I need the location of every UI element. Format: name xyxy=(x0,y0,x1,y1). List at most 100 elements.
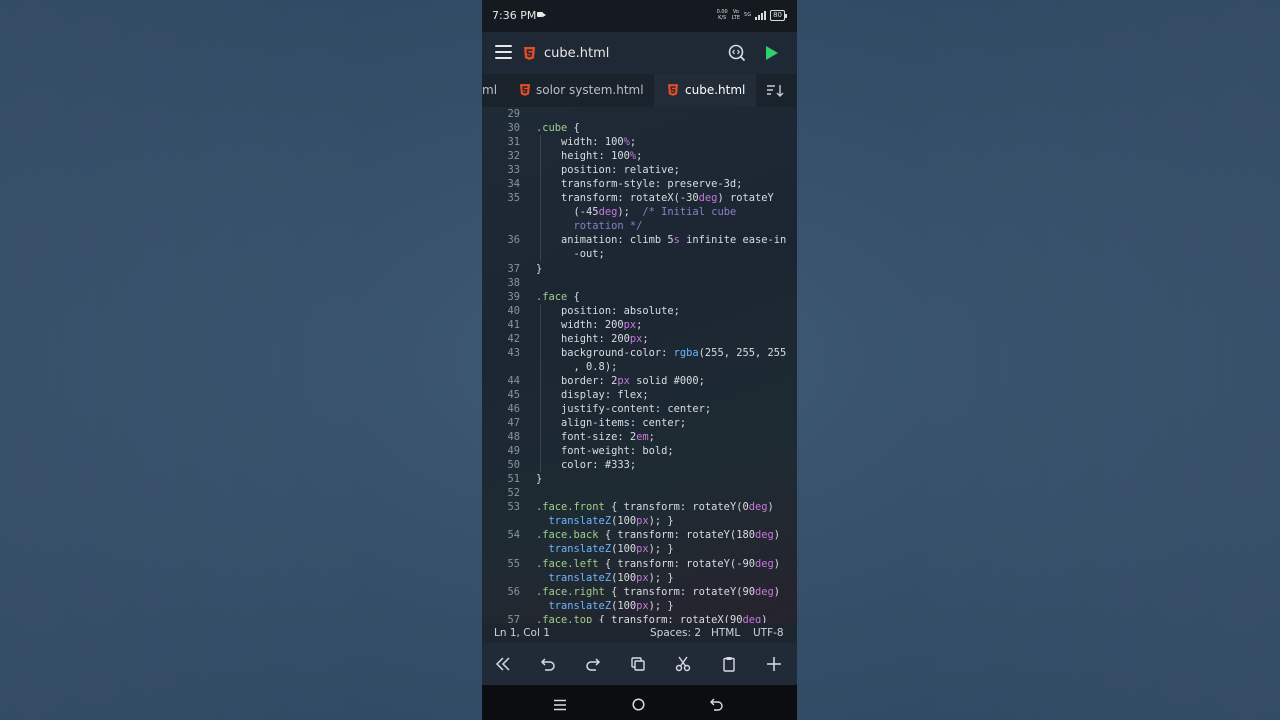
code-text: (-45deg); /* Initial cube xyxy=(536,206,737,219)
redo-icon[interactable] xyxy=(585,656,601,672)
tab-cube[interactable]: cube.html xyxy=(654,74,756,107)
code-line: translateZ(100px); } xyxy=(482,514,797,528)
video-camera-icon xyxy=(537,12,546,17)
plus-icon[interactable] xyxy=(766,656,782,672)
code-line: 52 xyxy=(482,486,797,500)
code-text: translateZ(100px); } xyxy=(548,543,674,556)
line-number: 57 xyxy=(507,613,520,623)
line-number: 32 xyxy=(507,150,520,163)
line-number: 56 xyxy=(507,585,520,598)
line-number: 37 xyxy=(507,262,520,275)
network-type: 5G xyxy=(744,12,752,18)
code-text: } xyxy=(536,473,543,486)
tab-solor-system[interactable]: solor system.html xyxy=(506,74,654,107)
tab-partial[interactable]: ml xyxy=(482,74,502,107)
paste-icon[interactable] xyxy=(721,656,737,672)
double-chevron-left-icon[interactable] xyxy=(495,656,511,672)
line-number: 54 xyxy=(507,529,520,542)
net-speed: 0.00 K/S xyxy=(716,9,728,21)
code-text: background-color: rgba(255, 255, 255 xyxy=(536,346,787,359)
code-line: 50 color: #333; xyxy=(482,458,797,473)
code-lines: 29 30 .cube {31 width: 100%; 32 height: 100… xyxy=(482,107,797,623)
code-text: align-items: center; xyxy=(536,417,687,430)
code-text: rotation */ xyxy=(536,220,643,233)
line-number: 36 xyxy=(507,234,520,247)
undo-icon[interactable] xyxy=(540,656,556,672)
code-line: 57 .face.top { transform: rotateX(90deg) xyxy=(482,613,797,623)
code-text: } xyxy=(536,262,543,275)
line-number: 31 xyxy=(507,136,520,149)
code-line: 36 animation: climb 5s infinite ease-in xyxy=(482,233,797,248)
html5-file-icon xyxy=(520,84,530,96)
code-line: 35 transform: rotateX(-30deg) rotateY xyxy=(482,191,797,206)
code-line: 46 justify-content: center; xyxy=(482,401,797,416)
phone-screen: 7:36 PM 0.00 K/S Vo LTE 5G 80 cube.html xyxy=(482,0,797,720)
encoding[interactable]: UTF-8 xyxy=(753,627,784,639)
code-text: .face { xyxy=(536,290,580,303)
code-text: translateZ(100px); } xyxy=(548,515,674,528)
file-title: cube.html xyxy=(544,46,610,61)
code-line: 30 .cube { xyxy=(482,121,797,135)
line-number: 46 xyxy=(507,402,520,415)
line-number: 45 xyxy=(507,388,520,401)
code-line: 33 position: relative; xyxy=(482,163,797,178)
run-play-icon[interactable] xyxy=(766,46,778,60)
cursor-position[interactable]: Ln 1, Col 1 xyxy=(494,627,550,639)
code-text: .face.top { transform: rotateX(90deg) xyxy=(536,613,768,623)
home-icon[interactable] xyxy=(632,696,645,715)
indent-setting[interactable]: Spaces: 2 xyxy=(650,627,701,639)
line-number: 40 xyxy=(507,304,520,317)
code-text: translateZ(100px); } xyxy=(548,571,674,584)
code-text: transform-style: preserve-3d; xyxy=(536,178,743,191)
code-text: .face.front { transform: rotateY(0deg) xyxy=(536,501,774,514)
code-line: 34 transform-style: preserve-3d; xyxy=(482,177,797,192)
line-number: 51 xyxy=(507,473,520,486)
code-line: 47 align-items: center; xyxy=(482,416,797,431)
code-text: font-size: 2em; xyxy=(536,431,655,444)
cut-icon[interactable] xyxy=(675,656,691,672)
status-indicators: 0.00 K/S Vo LTE 5G 80 xyxy=(716,9,787,21)
language-mode[interactable]: HTML xyxy=(711,627,740,639)
back-icon[interactable] xyxy=(710,696,724,715)
code-text: border: 2px solid #000; xyxy=(536,374,705,387)
signal-icon xyxy=(755,10,767,20)
file-tabs: ml solor system.html cube.html xyxy=(482,74,797,107)
line-number: 38 xyxy=(507,276,520,289)
line-number: 41 xyxy=(507,318,520,331)
editor-status-bar: Ln 1, Col 1 Spaces: 2 HTML UTF-8 xyxy=(482,623,797,643)
code-editor[interactable]: 29 30 .cube {31 width: 100%; 32 height: 100… xyxy=(482,107,797,623)
edit-toolbar xyxy=(482,643,797,685)
code-line: 42 height: 200px; xyxy=(482,331,797,346)
code-line: 54 .face.back { transform: rotateY(180deg… xyxy=(482,528,797,542)
copy-icon[interactable] xyxy=(630,656,646,672)
line-number: 39 xyxy=(507,290,520,303)
line-number: 48 xyxy=(507,431,520,444)
code-line: rotation */ xyxy=(482,219,797,234)
app-header: cube.html xyxy=(482,32,797,74)
status-bar: 7:36 PM 0.00 K/S Vo LTE 5G 80 xyxy=(482,0,797,32)
code-line: 55 .face.left { transform: rotateY(-90deg… xyxy=(482,557,797,571)
code-text: position: absolute; xyxy=(536,304,680,317)
line-number: 55 xyxy=(507,557,520,570)
volte-indicator: Vo LTE xyxy=(731,9,741,21)
code-line: 40 position: absolute; xyxy=(482,303,797,318)
line-number: 44 xyxy=(507,374,520,387)
code-text: .cube { xyxy=(536,122,580,135)
code-text: position: relative; xyxy=(536,164,680,177)
code-line: translateZ(100px); } xyxy=(482,542,797,556)
recents-icon[interactable] xyxy=(553,696,567,715)
line-number: 47 xyxy=(507,417,520,430)
status-time: 7:36 PM xyxy=(492,9,537,22)
code-search-icon[interactable] xyxy=(728,44,746,62)
sort-tabs-icon[interactable] xyxy=(766,84,784,98)
code-line: 43 background-color: rgba(255, 255, 255 xyxy=(482,345,797,360)
line-number: 49 xyxy=(507,445,520,458)
code-line: 53 .face.front { transform: rotateY(0deg) xyxy=(482,500,797,514)
code-text: display: flex; xyxy=(536,388,649,401)
hamburger-menu-icon[interactable] xyxy=(495,45,512,59)
line-number: 34 xyxy=(507,178,520,191)
code-line: -out; xyxy=(482,247,797,262)
code-text: .face.right { transform: rotateY(90deg) xyxy=(536,585,781,598)
code-line: 31 width: 100%; xyxy=(482,135,797,150)
code-line: 48 font-size: 2em; xyxy=(482,430,797,445)
